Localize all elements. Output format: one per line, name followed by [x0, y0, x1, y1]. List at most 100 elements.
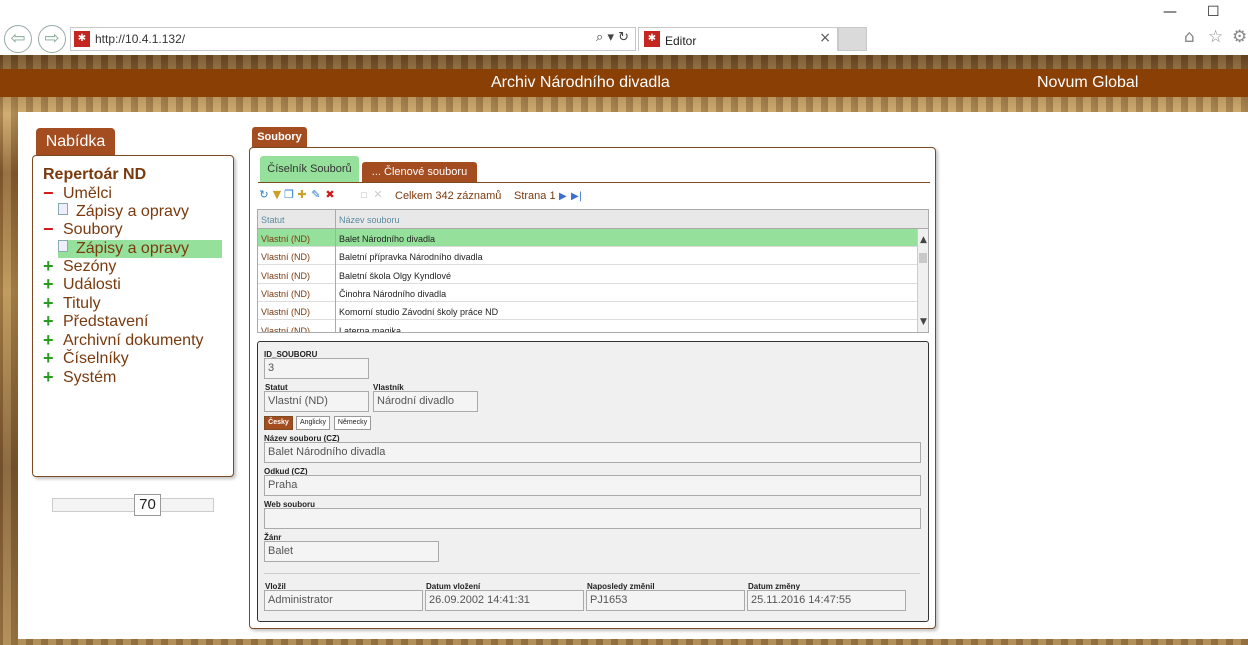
cell-nazev: Baletní přípravka Národního divadla — [339, 252, 483, 263]
cell-nazev: Činohra Národního divadla — [339, 288, 447, 299]
sidebar-subitem[interactable]: Zápisy a opravy — [58, 203, 189, 221]
zanr-field[interactable]: Balet — [264, 541, 439, 562]
zoom-slider[interactable] — [52, 498, 214, 512]
sidebar-item[interactable]: + Představení — [43, 312, 149, 331]
tab-divider — [258, 182, 930, 183]
close-tab-icon[interactable]: × — [819, 30, 831, 46]
sidebar-subitem[interactable]: Zápisy a opravy — [58, 240, 222, 258]
id-field[interactable]: 3 — [264, 358, 369, 379]
sidebar-item[interactable]: + Číselníky — [43, 349, 129, 368]
detail-divider — [264, 573, 920, 574]
record-count: Celkem 342 záznamů — [395, 190, 502, 202]
zmenil-field[interactable]: PJ1653 — [586, 590, 745, 611]
cell-statut: Vlastní (ND) — [261, 288, 311, 299]
refresh-icon[interactable]: ↻ — [258, 189, 270, 201]
cell-statut: Vlastní (ND) — [261, 252, 311, 263]
sidebar-item[interactable]: + Systém — [43, 368, 117, 387]
browser-chrome: — ☐ ⇦ ⇨ ✱ http://10.4.1.132/ ⌕ ▾ ↻ ✱ Edi… — [0, 0, 1248, 55]
web-field[interactable] — [264, 508, 921, 529]
sidebar-subitem-label: Zápisy a opravy — [76, 203, 189, 220]
lang-de-button[interactable]: Německy — [334, 416, 371, 430]
minimize-button[interactable]: — — [1163, 4, 1177, 20]
vlastnik-field[interactable]: Národní divadlo — [373, 391, 478, 412]
maximize-button[interactable]: ☐ — [1207, 4, 1220, 20]
sidebar-item[interactable]: + Sezóny — [43, 257, 117, 276]
tab-ciselnik-souboru[interactable]: Číselník Souborů — [260, 156, 359, 182]
sidebar-item-label: Představení — [63, 313, 149, 330]
datum-vlozeni-field[interactable]: 26.09.2002 14:41:31 — [425, 590, 584, 611]
back-icon[interactable]: ⇦ — [4, 25, 32, 53]
table-row[interactable]: Vlastní (ND) Laterna magika — [258, 321, 917, 333]
document-icon — [58, 203, 68, 215]
expand-icon[interactable]: + — [43, 275, 57, 293]
save-icon[interactable]: ▫ — [358, 189, 370, 201]
datum-zmeny-field[interactable]: 25.11.2016 14:47:55 — [747, 590, 906, 611]
cell-statut: Vlastní (ND) — [261, 234, 311, 244]
lang-en-button[interactable]: Anglicky — [296, 416, 330, 430]
next-page-icon[interactable]: ▶ — [559, 191, 567, 202]
search-refresh-icons[interactable]: ⌕ ▾ ↻ — [596, 30, 629, 45]
odkud-field[interactable]: Praha — [264, 475, 921, 496]
sidebar-item[interactable]: + Události — [43, 275, 121, 294]
table-row[interactable]: Vlastní (ND) Baletní přípravka Národního … — [258, 247, 917, 266]
expand-icon[interactable]: + — [43, 368, 57, 386]
sidebar-item-label: Sezóny — [63, 258, 117, 275]
sidebar-item-label: Tituly — [63, 295, 101, 312]
table-row[interactable]: Vlastní (ND) Baletní škola Olgy Kyndlové — [258, 266, 917, 284]
favorites-star-icon[interactable]: ☆ — [1208, 27, 1223, 47]
column-separator — [335, 210, 336, 332]
sidebar-item[interactable]: − Umělci — [43, 184, 112, 203]
site-favicon-icon: ✱ — [74, 31, 90, 47]
cancel-icon[interactable]: ✕ — [372, 189, 384, 201]
scroll-thumb[interactable] — [919, 253, 927, 263]
soubory-tab[interactable]: Soubory — [252, 127, 307, 147]
menu-title: Repertoár ND — [43, 166, 147, 183]
grid-scrollbar[interactable]: ▲ ▼ — [917, 229, 928, 332]
lang-cz-button[interactable]: Česky — [264, 416, 293, 430]
new-record-icon[interactable]: ✚ — [296, 189, 308, 201]
header-banner: Archiv Národního divadla Novum Global — [0, 69, 1248, 97]
sidebar-item-label: Události — [63, 276, 121, 293]
new-tab-button[interactable] — [838, 27, 867, 51]
app-title: Archiv Národního divadla — [491, 74, 670, 91]
sidebar-item-label: Soubory — [63, 221, 123, 238]
cell-statut: Vlastní (ND) — [261, 307, 311, 318]
expand-icon[interactable]: + — [43, 331, 57, 349]
edit-icon[interactable]: ✎ — [310, 189, 322, 201]
filter-icon[interactable]: ▼ — [271, 189, 283, 201]
table-row[interactable]: Vlastní (ND) Komorní studio Závodní školy… — [258, 302, 917, 321]
nazev-field[interactable]: Balet Národního divadla — [264, 442, 921, 463]
scroll-down-icon[interactable]: ▼ — [918, 317, 928, 327]
expand-icon[interactable]: + — [43, 312, 57, 330]
cell-statut: Vlastní (ND) — [261, 270, 311, 281]
document-icon — [58, 240, 68, 252]
expand-icon[interactable]: + — [43, 349, 57, 367]
copy-icon[interactable]: ❐ — [283, 189, 295, 201]
last-page-icon[interactable]: ▶| — [571, 191, 582, 202]
tab-title: Editor — [665, 34, 697, 48]
settings-gear-icon[interactable]: ⚙ — [1232, 27, 1247, 47]
table-row[interactable]: Vlastní (ND) Činohra Národního divadla — [258, 284, 917, 302]
sidebar-item[interactable]: + Archivní dokumenty — [43, 331, 204, 350]
table-row[interactable]: Vlastní (ND) Balet Národního divadla — [258, 229, 917, 247]
zoom-slider-value[interactable]: 70 — [134, 494, 161, 516]
expand-icon[interactable]: + — [43, 257, 57, 275]
delete-icon[interactable]: ✖ — [324, 189, 336, 201]
tab-clenove-souboru[interactable]: ... Členové souboru — [362, 162, 477, 182]
collapse-icon[interactable]: − — [43, 184, 57, 202]
menu-tab[interactable]: Nabídka — [36, 128, 115, 155]
address-bar[interactable]: ✱ http://10.4.1.132/ ⌕ ▾ ↻ — [70, 27, 636, 51]
vlozil-field[interactable]: Administrator — [264, 590, 423, 611]
home-icon[interactable]: ⌂ — [1184, 27, 1195, 47]
scroll-up-icon[interactable]: ▲ — [918, 235, 928, 245]
browser-tab[interactable]: ✱ Editor × — [638, 27, 838, 51]
statut-field[interactable]: Vlastní (ND) — [264, 391, 369, 412]
collapse-icon[interactable]: − — [43, 220, 57, 238]
column-header-nazev[interactable]: Název souboru — [339, 215, 400, 225]
forward-icon[interactable]: ⇨ — [38, 25, 66, 53]
tab-favicon-icon: ✱ — [644, 31, 660, 47]
sidebar-item[interactable]: − Soubory — [43, 220, 123, 239]
sidebar-item-label: Systém — [63, 369, 117, 386]
column-header-statut[interactable]: Statut — [261, 215, 285, 225]
expand-icon[interactable]: + — [43, 294, 57, 312]
